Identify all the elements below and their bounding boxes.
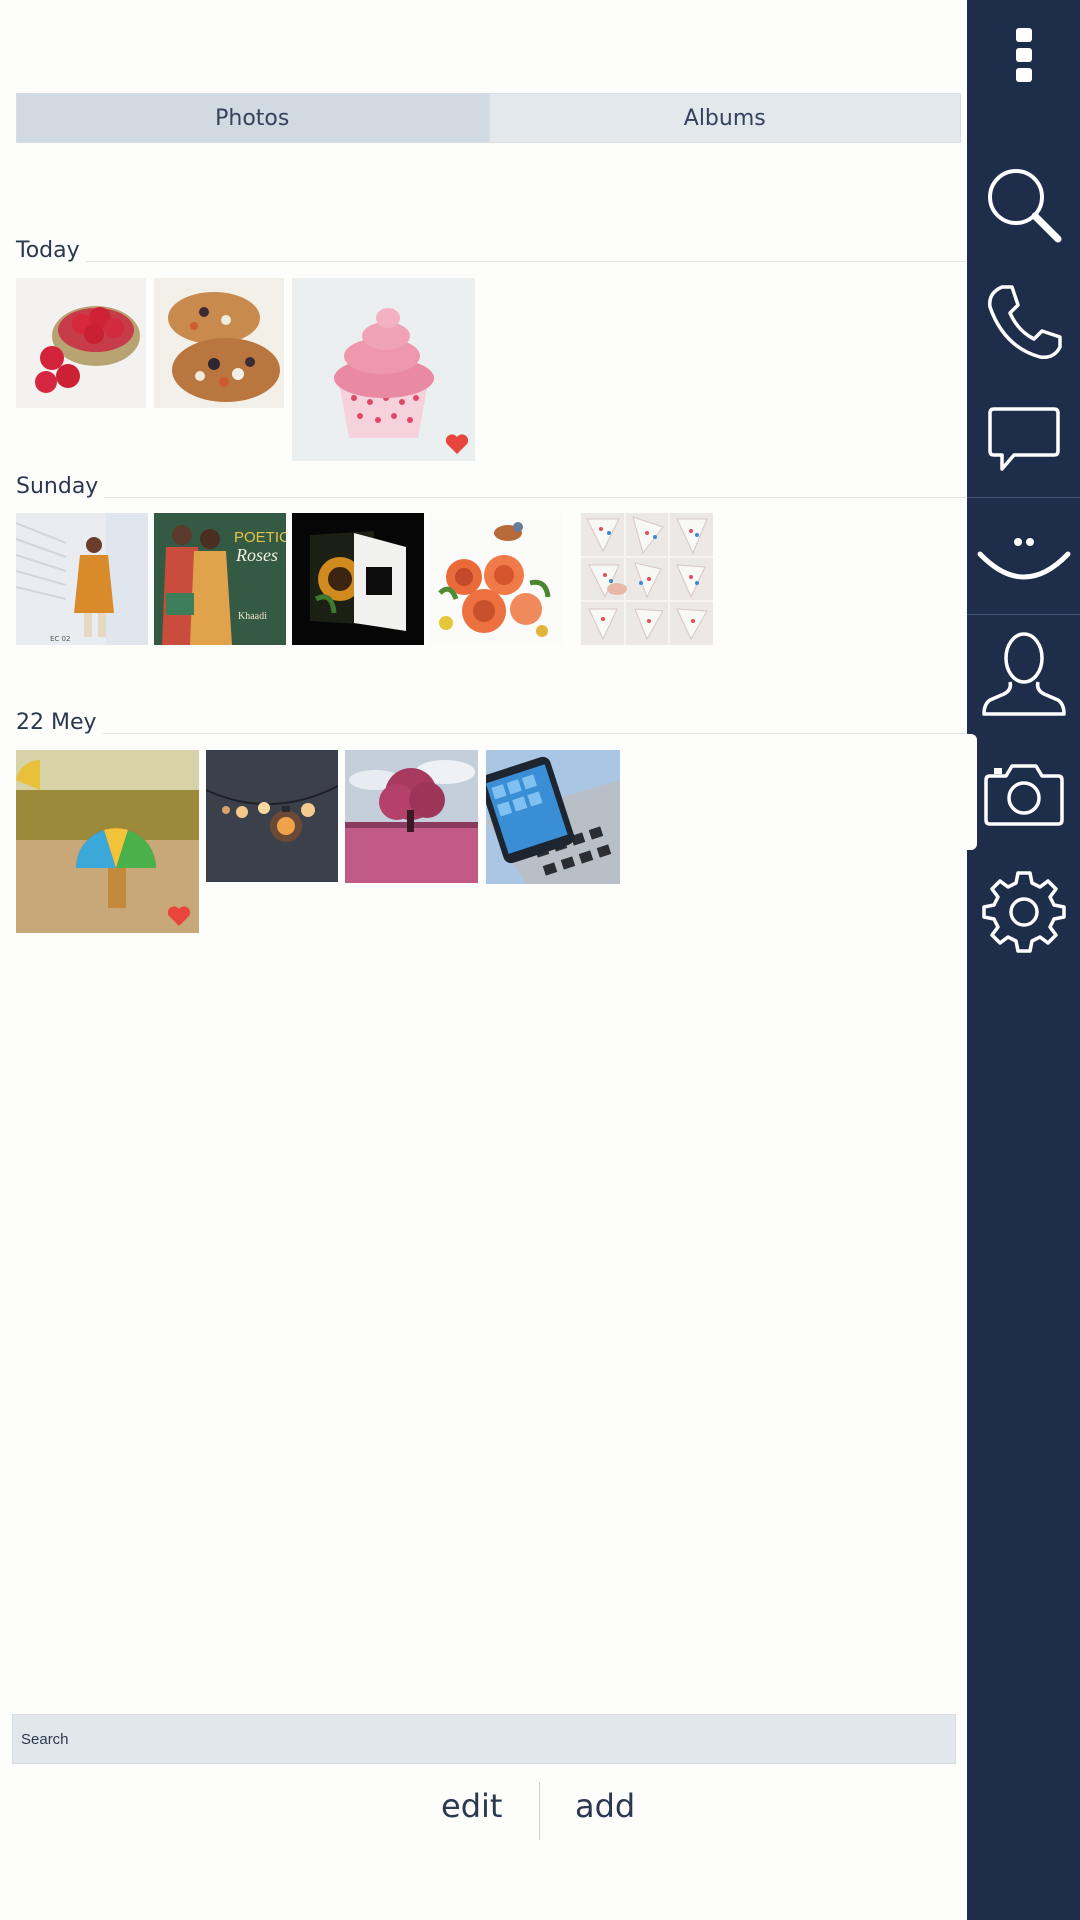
photo-sunflower-card[interactable]: [292, 513, 424, 645]
photo-pink-cupcake[interactable]: [292, 278, 475, 461]
poster-brand: Khaadi: [238, 611, 267, 622]
messages-button[interactable]: [967, 384, 1080, 494]
more-menu-button[interactable]: [967, 18, 1080, 94]
more-vertical-icon: [1015, 28, 1032, 82]
sidebar: [967, 0, 1080, 1920]
camera-icon: [983, 764, 1064, 826]
tab-albums[interactable]: Albums: [488, 93, 961, 143]
section-divider: [16, 261, 966, 262]
active-tab-indicator: [961, 734, 977, 850]
search-bar: [12, 1714, 956, 1764]
svg-text:EC 02: EC 02: [50, 635, 70, 643]
search-input[interactable]: [21, 1730, 947, 1748]
edit-button[interactable]: edit: [441, 1780, 502, 1832]
contacts-button[interactable]: [967, 620, 1080, 730]
search-button[interactable]: [967, 150, 1080, 260]
tab-bar: Photos Albums: [16, 93, 961, 143]
favorite-heart-icon: [445, 434, 469, 454]
photo-rainbow-umbrella[interactable]: [16, 750, 199, 933]
photo-raspberries[interactable]: [16, 278, 146, 408]
gear-icon: [981, 871, 1066, 953]
photo-light-bulbs-bokeh[interactable]: [206, 750, 338, 882]
actions-divider: [539, 1782, 540, 1840]
photo-mini-pizzas[interactable]: [154, 278, 284, 408]
photo-pink-tree-field[interactable]: [345, 750, 478, 883]
photo-bird-flowers-illustration[interactable]: [430, 513, 562, 645]
bottom-actions: edit add: [0, 1780, 967, 1840]
add-button[interactable]: add: [575, 1780, 635, 1832]
photo-poetic-roses-poster[interactable]: POETIC Roses Khaadi: [154, 513, 286, 645]
photo-fashion-model-orange[interactable]: EC 02: [16, 513, 148, 645]
camera-button[interactable]: [967, 738, 1080, 848]
poster-subtitle: Roses: [236, 545, 278, 565]
smiley-icon: [977, 538, 1070, 580]
sidebar-divider: [967, 497, 1080, 498]
section-label-today: Today: [16, 238, 86, 263]
tab-photos[interactable]: Photos: [16, 93, 489, 143]
phone-icon: [987, 285, 1062, 360]
chat-bubble-icon: [987, 407, 1060, 471]
phone-button[interactable]: [967, 268, 1080, 378]
section-divider: [16, 733, 966, 734]
favorite-heart-icon: [167, 906, 191, 926]
photo-origami-steps[interactable]: [581, 513, 713, 645]
section-label-sunday: Sunday: [16, 474, 105, 499]
sidebar-divider: [967, 614, 1080, 615]
section-divider: [16, 497, 966, 498]
search-icon: [987, 169, 1061, 243]
photo-smartphone-keyboard[interactable]: [486, 750, 620, 884]
user-icon: [981, 632, 1066, 716]
settings-button[interactable]: [967, 856, 1080, 966]
poster-title: POETIC: [234, 529, 286, 546]
section-label-22-mey: 22 Mey: [16, 710, 103, 735]
emoji-button[interactable]: [967, 502, 1080, 612]
